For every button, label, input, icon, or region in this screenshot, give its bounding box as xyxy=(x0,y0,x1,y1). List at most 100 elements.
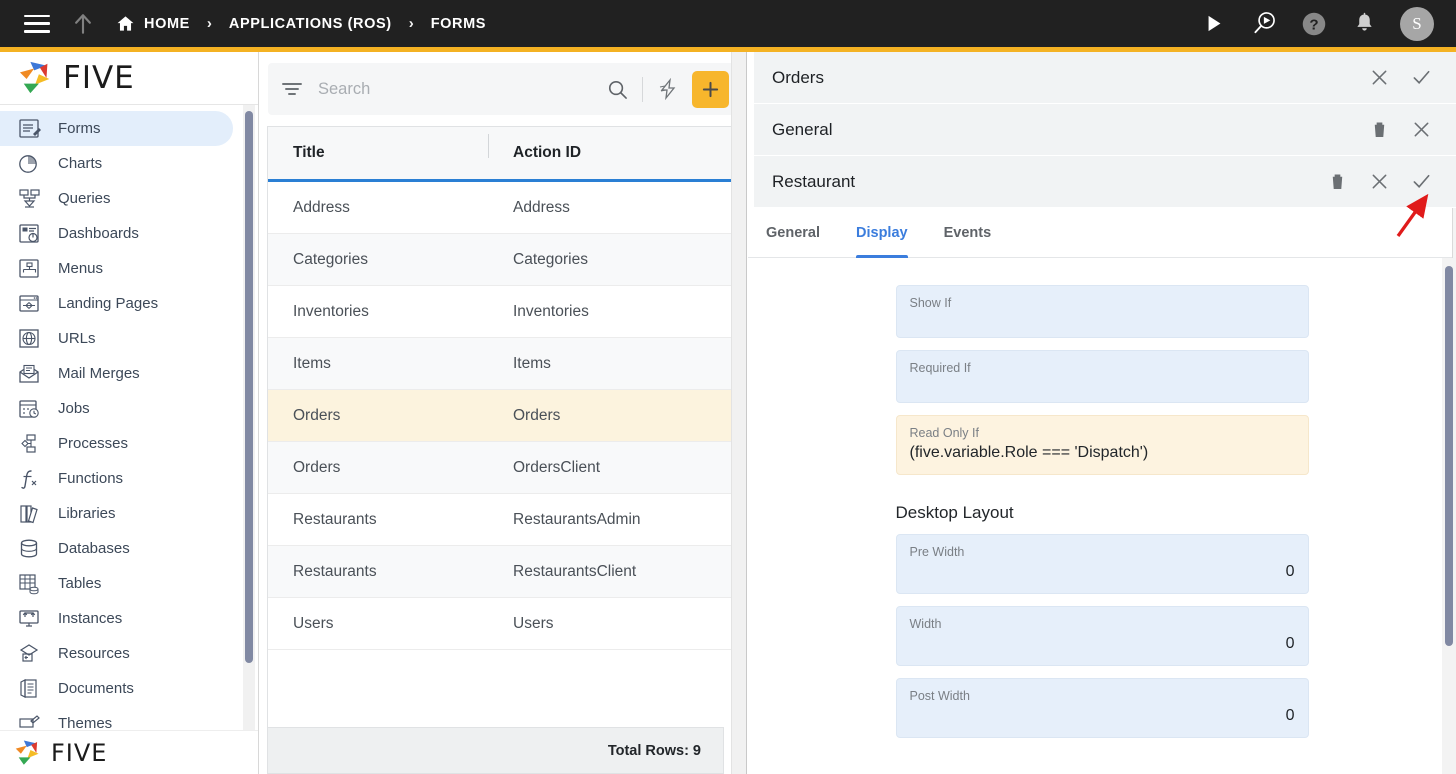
read-only-if-field[interactable]: Read Only If (five.variable.Role === 'Di… xyxy=(895,415,1309,475)
table-row[interactable]: Restaurants RestaurantsAdmin xyxy=(268,494,738,546)
field-label: Required If xyxy=(909,361,971,375)
breadcrumb-label-forms: FORMS xyxy=(430,15,487,32)
sidebar-item-libraries[interactable]: Libraries xyxy=(0,496,258,531)
queries-icon xyxy=(16,186,44,212)
arrow-up-icon[interactable] xyxy=(68,9,98,39)
pre-width-field[interactable]: Pre Width 0 xyxy=(895,534,1309,594)
cell-action-id: RestaurantsAdmin xyxy=(513,510,641,528)
detail-panel: Orders General Restaurant General Displa… xyxy=(748,52,1456,774)
processes-icon xyxy=(16,431,44,457)
sidebar-item-processes[interactable]: Processes xyxy=(0,426,258,461)
sidebar-item-instances[interactable]: Instances xyxy=(0,601,258,636)
section-title-desktop-layout: Desktop Layout xyxy=(895,503,1014,522)
hamburger-menu-icon[interactable] xyxy=(24,14,50,33)
sidebar-item-landing-pages[interactable]: Landing Pages xyxy=(0,286,258,321)
cell-action-id: OrdersClient xyxy=(513,458,600,476)
help-icon[interactable]: ? xyxy=(1294,4,1334,44)
breadcrumb-label-applications: APPLICATIONS (ROS) xyxy=(228,15,392,32)
sidebar-item-functions[interactable]: Functions xyxy=(0,461,258,496)
check-icon[interactable] xyxy=(1400,164,1442,200)
sidebar-item-dashboards[interactable]: Dashboards xyxy=(0,216,258,251)
width-field[interactable]: Width 0 xyxy=(895,606,1309,666)
search-icon[interactable] xyxy=(601,79,633,100)
table-row[interactable]: Restaurants RestaurantsClient xyxy=(268,546,738,598)
search-input[interactable] xyxy=(307,79,601,99)
delete-icon[interactable] xyxy=(1316,164,1358,200)
field-label: Post Width xyxy=(909,689,970,703)
show-if-field[interactable]: Show If xyxy=(895,285,1309,338)
close-icon[interactable] xyxy=(1358,60,1400,96)
tab-general[interactable]: General xyxy=(766,208,820,258)
table-row[interactable]: Orders Orders xyxy=(268,390,738,442)
column-header-title[interactable]: Title xyxy=(268,144,488,162)
sidebar-item-resources[interactable]: Resources xyxy=(0,636,258,671)
column-header-action-id[interactable]: Action ID xyxy=(488,134,738,162)
notifications-bell-icon[interactable] xyxy=(1344,4,1384,44)
close-icon[interactable] xyxy=(1400,112,1442,148)
table-row[interactable]: Inventories Inventories xyxy=(268,286,738,338)
detail-bar-actions xyxy=(1358,112,1442,148)
detail-bar-actions xyxy=(1316,164,1442,200)
cell-title: Restaurants xyxy=(293,562,377,580)
functions-icon xyxy=(16,466,44,492)
cell-title: Address xyxy=(293,198,350,216)
resources-icon xyxy=(16,641,44,667)
table-header-row: Title Action ID xyxy=(268,127,738,182)
sidebar-item-queries[interactable]: Queries xyxy=(0,181,258,216)
sidebar-item-databases[interactable]: Databases xyxy=(0,531,258,566)
sidebar-item-label: URLs xyxy=(58,330,96,347)
detail-bar-general: General xyxy=(748,104,1456,156)
sidebar-item-jobs[interactable]: Jobs xyxy=(0,391,258,426)
cell-title: Categories xyxy=(293,250,368,268)
required-if-field[interactable]: Required If xyxy=(895,350,1309,403)
table-row[interactable]: Orders OrdersClient xyxy=(268,442,738,494)
table-row[interactable]: Address Address xyxy=(268,182,738,234)
detail-form-body: Show If Required If Read Only If (five.v… xyxy=(748,258,1456,774)
detail-bar-orders: Orders xyxy=(748,52,1456,104)
field-label: Width xyxy=(909,617,942,631)
breadcrumb-item-forms[interactable]: FORMS xyxy=(431,16,486,32)
sidebar-item-urls[interactable]: URLs xyxy=(0,321,258,356)
sidebar-item-label: Resources xyxy=(58,645,130,662)
table-row[interactable]: Categories Categories xyxy=(268,234,738,286)
field-value: 0 xyxy=(1285,563,1295,580)
breadcrumb-item-home[interactable]: HOME xyxy=(116,14,190,33)
check-icon[interactable] xyxy=(1400,60,1442,96)
tab-display[interactable]: Display xyxy=(856,208,908,258)
cell-title: Inventories xyxy=(293,302,369,320)
cell-title: Items xyxy=(293,354,331,372)
avatar[interactable]: S xyxy=(1400,6,1434,41)
application-window: HOME › APPLICATIONS (ROS) › FORMS ? S FI… xyxy=(0,0,1456,774)
table-row[interactable]: Users Users xyxy=(268,598,738,650)
svg-text:?: ? xyxy=(1309,16,1318,33)
run-icon[interactable] xyxy=(1194,4,1234,44)
detail-bar-title: Orders xyxy=(772,67,824,87)
close-icon[interactable] xyxy=(1358,164,1400,200)
sidebar-item-label: Processes xyxy=(58,435,129,452)
sidebar-item-tables[interactable]: Tables xyxy=(0,566,258,601)
app-logo[interactable]: FIVE xyxy=(0,52,258,105)
sidebar-item-documents[interactable]: Documents xyxy=(0,671,258,706)
field-value: (five.variable.Role === 'Dispatch') xyxy=(909,444,1149,461)
dashboards-icon xyxy=(16,221,44,247)
sidebar-item-menus[interactable]: Menus xyxy=(0,251,258,286)
post-width-field[interactable]: Post Width 0 xyxy=(895,678,1309,738)
forms-list-panel: Title Action ID Address Address Categories… xyxy=(260,52,747,774)
tab-events[interactable]: Events xyxy=(944,208,992,258)
sidebar-item-mail-merges[interactable]: Mail Merges xyxy=(0,356,258,391)
instances-icon xyxy=(16,606,44,632)
urls-icon xyxy=(16,326,44,352)
breadcrumb-label-home: HOME xyxy=(144,15,190,32)
filter-icon[interactable] xyxy=(277,80,307,98)
breadcrumb-item-applications[interactable]: APPLICATIONS (ROS) xyxy=(229,16,392,32)
sidebar-item-label: Landing Pages xyxy=(58,295,159,312)
sidebar-item-forms[interactable]: Forms xyxy=(0,111,233,146)
add-form-button[interactable] xyxy=(692,70,729,108)
delete-icon[interactable] xyxy=(1358,112,1400,148)
search-run-icon[interactable] xyxy=(1244,4,1284,44)
table-row[interactable]: Items Items xyxy=(268,338,738,390)
lightning-bolt-icon[interactable] xyxy=(652,78,684,100)
cell-action-id: RestaurantsClient xyxy=(513,562,637,580)
detail-scrollbar-thumb[interactable] xyxy=(1445,266,1453,646)
sidebar-item-charts[interactable]: Charts xyxy=(0,146,258,181)
